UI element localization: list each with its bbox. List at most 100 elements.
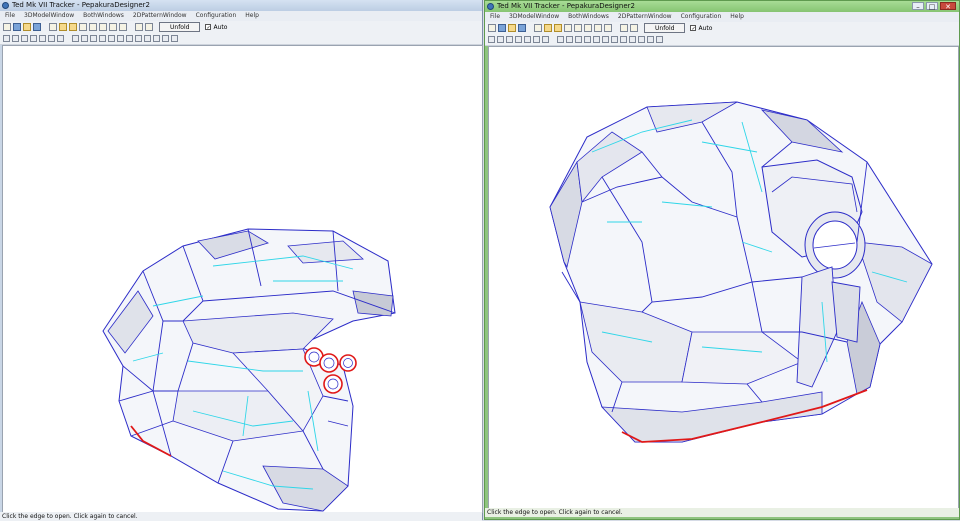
flap-icon[interactable] — [72, 35, 79, 42]
text-icon[interactable] — [99, 35, 106, 42]
ruler-icon[interactable] — [524, 36, 531, 43]
menu-file[interactable]: File — [490, 12, 500, 22]
menu-help[interactable]: Help — [245, 11, 259, 21]
title-bar[interactable]: Ted Mk VII Tracker - PepakuraDesigner2 — [0, 0, 482, 11]
rotate-icon[interactable] — [584, 24, 592, 32]
save-icon[interactable] — [498, 24, 506, 32]
status-bar: Click the edge to open. Click again to c… — [485, 508, 959, 517]
props-icon[interactable] — [171, 35, 178, 42]
edit-icon[interactable] — [554, 24, 562, 32]
mirror-icon[interactable] — [81, 35, 88, 42]
menu-file[interactable]: File — [5, 11, 15, 21]
maximize-button[interactable]: □ — [926, 2, 938, 11]
arrow-left-icon[interactable] — [135, 35, 142, 42]
redo-icon[interactable] — [21, 35, 28, 42]
props-icon[interactable] — [656, 36, 663, 43]
menu-configuration[interactable]: Configuration — [196, 11, 237, 21]
window-icon[interactable] — [630, 24, 638, 32]
fit-icon[interactable] — [126, 35, 133, 42]
checkmark-icon: ✓ — [690, 25, 697, 32]
helmet-model-side[interactable] — [3, 46, 482, 512]
texture-icon[interactable] — [33, 23, 41, 31]
window-icon[interactable] — [620, 24, 628, 32]
save-icon[interactable] — [13, 23, 21, 31]
glue-icon[interactable] — [542, 36, 549, 43]
window-icon[interactable] — [145, 23, 153, 31]
menu-configuration[interactable]: Configuration — [681, 12, 722, 22]
print-icon[interactable] — [162, 35, 169, 42]
redo-icon[interactable] — [506, 36, 513, 43]
copy-icon[interactable] — [153, 35, 160, 42]
window-icon[interactable] — [135, 23, 143, 31]
print-icon[interactable] — [647, 36, 654, 43]
menu-bar: File 3DModelWindow BothWindows 2DPattern… — [485, 12, 959, 22]
join-icon[interactable] — [564, 24, 572, 32]
minimize-button[interactable]: – — [912, 2, 924, 11]
menu-3dmodelwindow[interactable]: 3DModelWindow — [24, 11, 74, 21]
cut-icon[interactable] — [533, 36, 540, 43]
rotate-icon[interactable] — [99, 23, 107, 31]
undo-icon[interactable] — [497, 36, 504, 43]
undo-icon[interactable] — [12, 35, 19, 42]
image-icon[interactable] — [593, 36, 600, 43]
texture-icon[interactable] — [518, 24, 526, 32]
menu-2dpatternwindow[interactable]: 2DPatternWindow — [618, 12, 672, 22]
zoom-icon[interactable] — [30, 35, 37, 42]
cut-icon[interactable] — [48, 35, 55, 42]
pepakura-window-left: Ted Mk VII Tracker - PepakuraDesigner2 F… — [0, 0, 483, 521]
arrow-left-icon[interactable] — [620, 36, 627, 43]
paint-icon[interactable] — [508, 24, 516, 32]
cube-icon[interactable] — [534, 24, 542, 32]
unfold-button[interactable]: Unfold — [159, 22, 201, 32]
text-icon[interactable] — [584, 36, 591, 43]
cube-icon[interactable] — [49, 23, 57, 31]
fit-icon[interactable] — [611, 36, 618, 43]
unfold-button[interactable]: Unfold — [644, 23, 686, 33]
hide-icon[interactable] — [117, 35, 124, 42]
helmet-model-rear[interactable] — [489, 47, 958, 508]
menu-bothwindows[interactable]: BothWindows — [568, 12, 609, 22]
mirror-icon[interactable] — [566, 36, 573, 43]
pen-icon[interactable] — [90, 35, 97, 42]
image-icon[interactable] — [108, 35, 115, 42]
auto-checkbox[interactable]: ✓ Auto — [205, 24, 227, 31]
pen-icon[interactable] — [575, 36, 582, 43]
zoom-icon[interactable] — [515, 36, 522, 43]
glue-icon[interactable] — [57, 35, 64, 42]
fold-icon[interactable] — [89, 23, 97, 31]
flip-icon[interactable] — [594, 24, 602, 32]
open-icon[interactable] — [488, 24, 496, 32]
select-icon[interactable] — [59, 23, 67, 31]
arrow-right-icon[interactable] — [144, 35, 151, 42]
move-icon[interactable] — [604, 24, 612, 32]
window-title: Ted Mk VII Tracker - PepakuraDesigner2 — [12, 1, 151, 9]
auto-checkbox[interactable]: ✓ Auto — [690, 25, 712, 32]
menu-bothwindows[interactable]: BothWindows — [83, 11, 124, 21]
menu-bar: File 3DModelWindow BothWindows 2DPattern… — [0, 11, 482, 21]
close-button[interactable]: ✕ — [940, 2, 956, 11]
title-bar[interactable]: Ted Mk VII Tracker - PepakuraDesigner2 –… — [485, 1, 959, 12]
move-icon[interactable] — [119, 23, 127, 31]
menu-2dpatternwindow[interactable]: 2DPatternWindow — [133, 11, 187, 21]
join-icon[interactable] — [79, 23, 87, 31]
menu-help[interactable]: Help — [730, 12, 744, 22]
paint-icon[interactable] — [23, 23, 31, 31]
fold-icon[interactable] — [574, 24, 582, 32]
edit-icon[interactable] — [69, 23, 77, 31]
menu-3dmodelwindow[interactable]: 3DModelWindow — [509, 12, 559, 22]
copy-icon[interactable] — [638, 36, 645, 43]
pepakura-window-right: Ted Mk VII Tracker - PepakuraDesigner2 –… — [484, 0, 960, 520]
secondary-toolbar — [0, 33, 482, 45]
arrow-right-icon[interactable] — [629, 36, 636, 43]
grid-icon[interactable] — [3, 35, 10, 42]
select-icon[interactable] — [544, 24, 552, 32]
auto-label: Auto — [698, 24, 713, 32]
flap-icon[interactable] — [557, 36, 564, 43]
3d-model-viewport[interactable] — [2, 45, 483, 513]
grid-icon[interactable] — [488, 36, 495, 43]
flip-icon[interactable] — [109, 23, 117, 31]
ruler-icon[interactable] — [39, 35, 46, 42]
hide-icon[interactable] — [602, 36, 609, 43]
open-icon[interactable] — [3, 23, 11, 31]
3d-model-viewport[interactable] — [488, 46, 959, 509]
